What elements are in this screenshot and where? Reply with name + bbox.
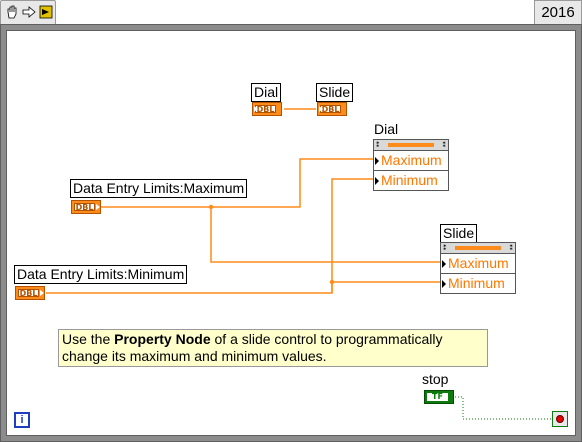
terminal-arrow-icon <box>254 106 258 112</box>
min-control-label: Data Entry Limits:Minimum <box>14 265 188 284</box>
block-diagram-icon[interactable] <box>39 5 53 19</box>
dbl-text: DBL <box>74 203 95 212</box>
dbl-text: DBL <box>255 105 276 114</box>
run-arrow-icon[interactable] <box>22 5 36 19</box>
slide-property-minimum[interactable]: Minimum <box>441 274 515 294</box>
input-arrow-icon <box>442 280 446 288</box>
terminal-arrow-icon <box>96 204 100 210</box>
terminal-arrow-icon <box>319 106 323 112</box>
input-arrow-icon <box>375 177 379 185</box>
max-control-terminal[interactable]: DBL <box>71 200 101 214</box>
slide-node-label: Slide <box>440 224 478 243</box>
iteration-terminal[interactable]: i <box>14 412 30 428</box>
terminal-arrow-icon <box>40 290 44 296</box>
stop-dot-icon <box>556 415 564 423</box>
dial-property-minimum[interactable]: Minimum <box>374 171 448 191</box>
dial-indicator-label: Dial <box>251 83 282 102</box>
property-node-header: ⁑ ⁑ <box>374 140 448 151</box>
version-label: 2016 <box>534 0 582 24</box>
max-control-label: Data Entry Limits:Maximum <box>70 179 248 198</box>
comment-prefix: Use the <box>62 331 115 347</box>
input-arrow-icon <box>375 157 379 165</box>
property-label: Minimum <box>448 275 505 291</box>
property-label: Maximum <box>448 255 509 271</box>
property-label: Minimum <box>381 172 438 188</box>
reference-bar <box>455 246 501 250</box>
stop-label: stop <box>422 371 449 387</box>
min-control-terminal[interactable]: DBL <box>15 286 45 300</box>
dial-property-maximum[interactable]: Maximum <box>374 151 448 171</box>
slide-indicator-terminal[interactable]: DBL <box>317 102 347 116</box>
input-arrow-icon <box>442 260 446 268</box>
dbl-text: DBL <box>320 105 341 114</box>
error-icon: ⁑ <box>442 141 446 149</box>
tf-text: TF <box>427 393 448 401</box>
slide-indicator-label: Slide <box>316 83 354 102</box>
property-node-header: ⁑ ⁑ <box>441 243 515 254</box>
error-icon: ⁑ <box>509 244 513 252</box>
property-label: Maximum <box>381 152 442 168</box>
loop-condition-stop-icon[interactable] <box>552 411 568 427</box>
comment-bold: Property Node <box>114 331 211 347</box>
reference-icon: ⁑ <box>443 244 447 252</box>
dial-indicator-terminal[interactable]: DBL <box>252 102 282 116</box>
dial-property-node[interactable]: ⁑ ⁑ Maximum Minimum <box>373 139 449 191</box>
slide-property-maximum[interactable]: Maximum <box>441 254 515 274</box>
comment-box[interactable]: Use the Property Node of a slide control… <box>58 329 488 367</box>
stop-boolean-terminal[interactable]: TF <box>424 390 454 404</box>
toolbar <box>0 0 56 24</box>
reference-icon: ⁑ <box>376 141 380 149</box>
reference-bar <box>388 143 434 147</box>
while-loop-interior <box>6 30 576 436</box>
dial-node-label: Dial <box>374 121 399 137</box>
dbl-text: DBL <box>18 289 39 298</box>
hand-icon[interactable] <box>5 5 19 19</box>
slide-property-node[interactable]: ⁑ ⁑ Maximum Minimum <box>440 242 516 294</box>
